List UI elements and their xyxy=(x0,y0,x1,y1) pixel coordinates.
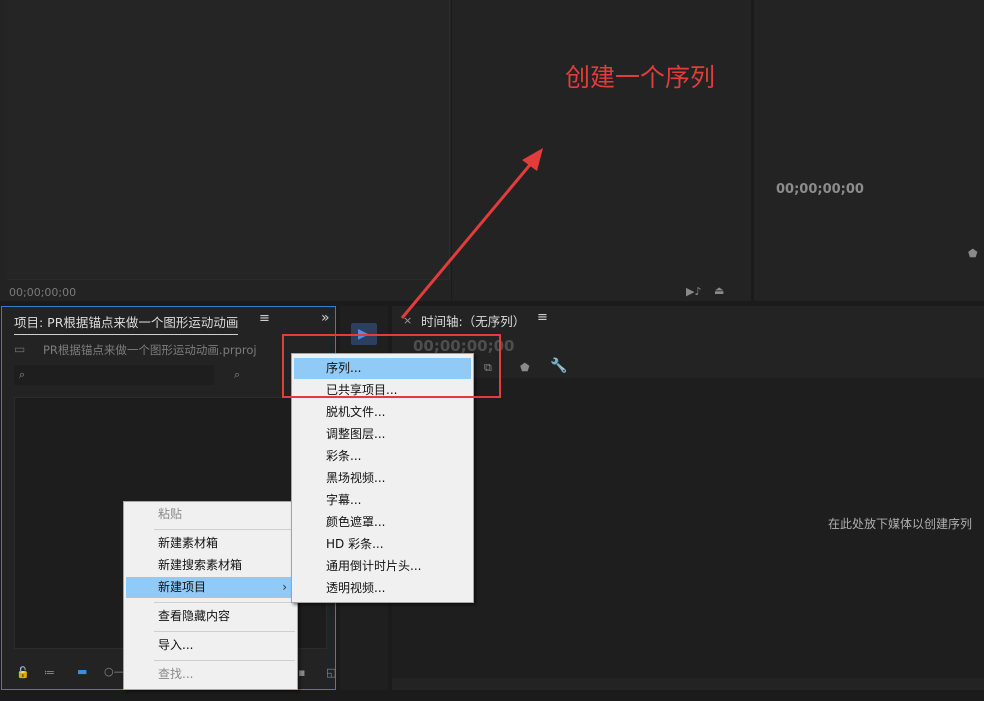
menu-item-new-item-label: 新建项目 xyxy=(158,580,207,594)
menu-separator xyxy=(154,631,295,632)
menu-item-new-search-bin[interactable]: 新建搜索素材箱 xyxy=(126,555,295,576)
menu-item-view-hidden[interactable]: 查看隐藏内容 xyxy=(126,606,295,627)
submenu-item-offline-file[interactable]: 脱机文件... xyxy=(294,402,471,423)
menu-separator xyxy=(154,602,295,603)
menu-item-import[interactable]: 导入... xyxy=(126,635,295,656)
submenu-item-countdown-leader[interactable]: 通用倒计时片头... xyxy=(294,556,471,577)
submenu-arrow-icon: › xyxy=(282,580,287,594)
menu-item-find[interactable]: 查找... xyxy=(126,664,295,685)
annotation-highlight-box xyxy=(282,334,501,398)
menu-item-new-bin[interactable]: 新建素材箱 xyxy=(126,533,295,554)
menu-item-new-item[interactable]: 新建项目 › xyxy=(126,577,295,598)
submenu-item-black-video[interactable]: 黑场视频... xyxy=(294,468,471,489)
submenu-item-color-matte[interactable]: 颜色遮罩... xyxy=(294,512,471,533)
context-menu: 粘贴 新建素材箱 新建搜索素材箱 新建项目 › 查看隐藏内容 导入... 查找.… xyxy=(123,501,298,690)
menu-separator xyxy=(154,529,295,530)
submenu-item-title[interactable]: 字幕... xyxy=(294,490,471,511)
submenu-item-hd-bars[interactable]: HD 彩条... xyxy=(294,534,471,555)
menu-item-paste[interactable]: 粘贴 xyxy=(126,504,295,525)
submenu-item-bars-and-tone[interactable]: 彩条... xyxy=(294,446,471,467)
menu-separator xyxy=(154,660,295,661)
submenu-item-transparent-video[interactable]: 透明视频... xyxy=(294,578,471,599)
submenu-item-adjustment-layer[interactable]: 调整图层... xyxy=(294,424,471,445)
